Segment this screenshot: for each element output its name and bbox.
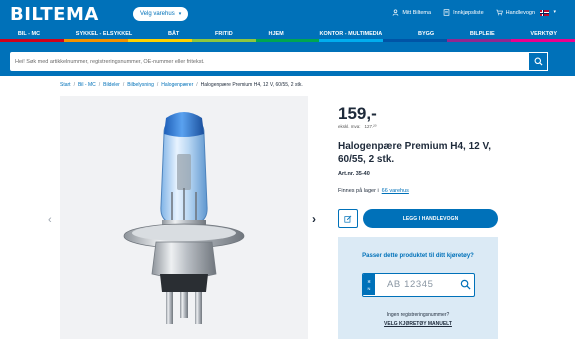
shopping-list-link[interactable]: Innkjøpsliste <box>443 9 484 16</box>
search-box <box>10 52 548 71</box>
search-icon[interactable] <box>460 279 471 290</box>
shopping-list-label: Innkjøpsliste <box>453 9 484 16</box>
nav-item-bil-mc[interactable]: BIL - MC <box>18 31 40 37</box>
fit-check-question: Passer dette produktet til ditt kjøretøy… <box>362 253 474 259</box>
chevron-down-icon[interactable]: ▾ <box>553 9 556 15</box>
product-image-gallery[interactable] <box>60 96 308 339</box>
cart-link[interactable]: Handlevogn <box>495 9 535 16</box>
stock-text: Finnes på lager i <box>338 188 379 194</box>
nav-item-bygg[interactable]: BYGG <box>418 31 434 37</box>
license-plate-field: ✲ N <box>362 273 475 297</box>
halogen-bulb-image <box>123 112 245 324</box>
header-links: Mitt Biltema Innkjøpsliste Handlevogn <box>392 9 535 16</box>
user-icon <box>393 9 399 16</box>
nav-item-bilpleie[interactable]: BILPLEIE <box>470 31 495 37</box>
article-number: Art.nr. 35-40 <box>338 171 370 177</box>
category-nav: BIL - MC SYKKEL - ELSYKKEL BÅT FRITID HJ… <box>0 28 575 39</box>
breadcrumb: Start / Bil - MC / Bildeler / Bilbelysning /… <box>60 82 303 88</box>
search-bar-area <box>0 42 575 76</box>
breadcrumb-start[interactable]: Start <box>60 82 71 88</box>
price-excl-vat-label: ekskl. mva: <box>338 124 361 129</box>
nav-item-sykkel[interactable]: SYKKEL - ELSYKKEL <box>76 31 132 37</box>
chevron-down-icon: ▾ <box>178 11 182 17</box>
search-button[interactable] <box>528 52 548 71</box>
plate-country-badge: ✲ N <box>363 274 375 295</box>
nav-item-bat[interactable]: BÅT <box>168 31 179 37</box>
cart-label: Handlevogn <box>505 9 535 16</box>
cart-icon <box>495 9 503 16</box>
product-price: 159,- <box>338 104 377 123</box>
gallery-next-arrow[interactable]: › <box>312 212 316 226</box>
add-to-list-button[interactable] <box>338 209 358 228</box>
plate-country-code: N <box>367 285 371 291</box>
select-store-button[interactable]: Velg varehus ▾ <box>133 7 189 21</box>
nav-item-verktoy[interactable]: VERKTØY <box>530 31 557 37</box>
search-input[interactable] <box>10 52 528 71</box>
stock-status: Finnes på lager i 66 varehus <box>338 188 409 194</box>
list-icon <box>443 9 450 16</box>
gallery-prev-arrow[interactable]: ‹ <box>48 214 52 226</box>
price-excl-vat: ekskl. mva: 127.²⁰ <box>338 124 377 130</box>
breadcrumb-bilbelysning[interactable]: Bilbelysning <box>127 82 154 88</box>
my-biltema-label: Mitt Biltema <box>402 9 432 16</box>
nav-item-fritid[interactable]: FRITID <box>215 31 233 37</box>
eu-stars-icon: ✲ <box>367 278 371 284</box>
nav-item-hjem[interactable]: HJEM <box>268 31 283 37</box>
edit-list-icon <box>344 215 352 223</box>
my-biltema-link[interactable]: Mitt Biltema <box>392 9 431 16</box>
breadcrumb-bildeler[interactable]: Bildeler <box>103 82 120 88</box>
stock-stores-link[interactable]: 66 varehus <box>382 188 409 194</box>
top-bar: BILTEMA Velg varehus ▾ Mitt Biltema Innk… <box>0 0 575 28</box>
price-excl-vat-value: 127.²⁰ <box>364 124 377 129</box>
select-store-label: Velg varehus <box>140 11 175 17</box>
breadcrumb-current: Halogenpære Premium H4, 12 V, 60/55, 2 s… <box>200 82 303 88</box>
biltema-logo[interactable]: BILTEMA <box>10 4 99 25</box>
vehicle-fit-check: Passer dette produktet til ditt kjøretøy… <box>338 237 498 339</box>
product-title: Halogenpære Premium H4, 12 V, 60/55, 2 s… <box>338 141 492 165</box>
search-icon <box>534 57 543 66</box>
license-plate-input[interactable] <box>377 274 455 295</box>
add-to-cart-button[interactable]: LEGG I HANDLEVOGN <box>363 209 498 228</box>
nav-item-kontor[interactable]: KONTOR - MULTIMEDIA <box>320 31 383 37</box>
norway-flag-icon[interactable] <box>540 10 549 16</box>
breadcrumb-bil-mc[interactable]: Bil - MC <box>78 82 96 88</box>
no-registration-text: Ingen registreringsnummer? <box>386 312 450 318</box>
select-vehicle-manually-link[interactable]: VELG KJØRETØY MANUELT <box>338 321 498 327</box>
breadcrumb-halogenpaerer[interactable]: Halogenpærer <box>161 82 193 88</box>
